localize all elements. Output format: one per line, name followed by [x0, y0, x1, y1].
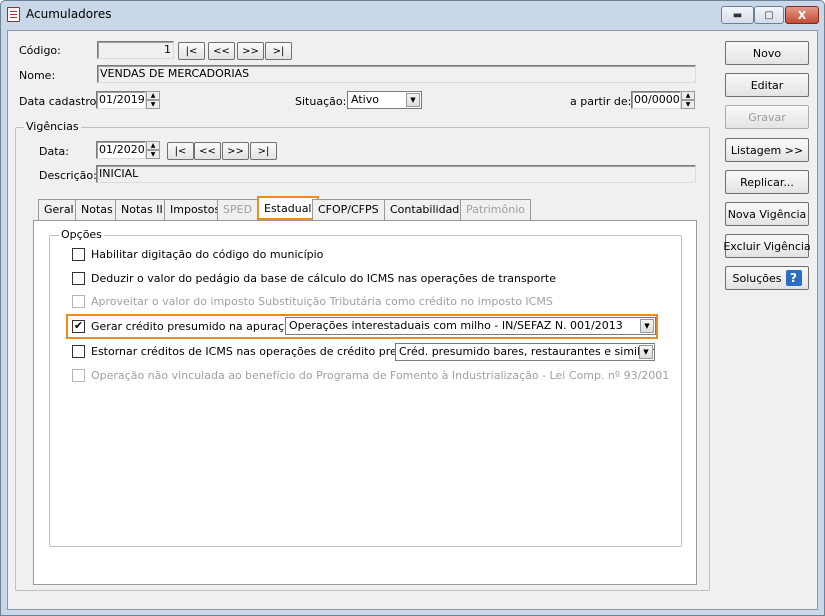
tab-geral[interactable]: Geral	[38, 199, 80, 220]
gerar-credito-label: Gerar crédito presumido na apuração	[91, 320, 298, 333]
codigo-field[interactable]: 1	[97, 41, 174, 59]
estornar-creditos-select-value: Créd. presumido bares, restaurantes e si…	[399, 345, 654, 358]
operacao-nao-vinculada-label: Operação não vinculada ao benefício do P…	[91, 369, 670, 382]
first-record-button[interactable]: |<	[178, 42, 205, 60]
deduzir-pedagio-label: Deduzir o valor do pedágio da base de cá…	[91, 272, 557, 285]
editar-button[interactable]: Editar	[725, 73, 809, 97]
nome-field[interactable]: VENDAS DE MERCADORIAS	[97, 65, 696, 83]
data-cadastro-field[interactable]: 01/2019	[96, 91, 146, 109]
codigo-label: Código:	[19, 44, 61, 57]
gerar-credito-select-value: Operações interestaduais com milho - IN/…	[289, 319, 623, 332]
aproveitar-st-label: Aproveitar o valor do imposto Substituiç…	[91, 295, 553, 308]
app-document-icon	[7, 7, 20, 22]
chevron-down-icon[interactable]: ▼	[639, 345, 653, 359]
spin-down-icon[interactable]: ▼	[681, 100, 695, 109]
title-bar[interactable]	[0, 0, 823, 28]
data-cadastro-label: Data cadastro:	[19, 95, 101, 108]
habilitar-municipio-label: Habilitar digitação do código do municíp…	[91, 248, 324, 261]
estornar-creditos-select[interactable]: Créd. presumido bares, restaurantes e si…	[395, 343, 655, 361]
help-icon: ?	[785, 270, 802, 286]
nova-vigencia-button[interactable]: Nova Vigência	[725, 202, 809, 226]
vigencia-next-button[interactable]: >>	[222, 142, 249, 160]
tab-estadual[interactable]: Estadual	[257, 196, 319, 220]
deduzir-pedagio-checkbox[interactable]	[72, 272, 85, 285]
tab-contabilidade[interactable]: Contabilidade	[384, 199, 473, 220]
a-partir-field[interactable]: 00/0000	[631, 91, 681, 109]
next-record-button[interactable]: >>	[237, 42, 264, 60]
vigencia-data-label: Data:	[39, 145, 69, 158]
tab-notas-ii[interactable]: Notas II	[115, 199, 169, 220]
chevron-down-icon[interactable]: ▼	[406, 93, 420, 107]
data-cadastro-spinner[interactable]: ▲ ▼	[146, 91, 160, 109]
descricao-label: Descrição:	[39, 169, 97, 182]
window-title: Acumuladores	[26, 7, 112, 21]
spin-up-icon[interactable]: ▲	[146, 91, 160, 100]
vigencia-data-spinner[interactable]: ▲ ▼	[146, 141, 160, 159]
situacao-select[interactable]: Ativo ▼	[347, 91, 422, 109]
opcoes-group-label: Opções	[59, 228, 104, 241]
minimize-button[interactable]: ▬	[721, 6, 754, 24]
prev-record-button[interactable]: <<	[208, 42, 235, 60]
descricao-field[interactable]: INICIAL	[96, 165, 696, 183]
tab-patrimonio: Patrimônio	[460, 199, 531, 220]
aproveitar-st-checkbox	[72, 295, 85, 308]
situacao-value: Ativo	[351, 93, 379, 106]
gerar-credito-checkbox[interactable]: ✔	[72, 320, 85, 333]
operacao-nao-vinculada-checkbox	[72, 369, 85, 382]
listagem-button[interactable]: Listagem >>	[725, 138, 809, 162]
nome-label: Nome:	[19, 69, 56, 82]
gerar-credito-select[interactable]: Operações interestaduais com milho - IN/…	[285, 317, 656, 335]
tab-notas[interactable]: Notas	[75, 199, 119, 220]
spin-up-icon[interactable]: ▲	[681, 91, 695, 100]
situacao-label: Situação:	[295, 95, 347, 108]
chevron-down-icon[interactable]: ▼	[640, 319, 654, 333]
replicar-button[interactable]: Replicar...	[725, 170, 809, 194]
gravar-button: Gravar	[725, 105, 809, 129]
a-partir-label: a partir de:	[570, 95, 632, 108]
tab-cfop-cfps[interactable]: CFOP/CFPS	[312, 199, 385, 220]
habilitar-municipio-checkbox[interactable]	[72, 248, 85, 261]
maximize-button[interactable]: ▢	[754, 6, 784, 24]
last-record-button[interactable]: >|	[265, 42, 292, 60]
spin-up-icon[interactable]: ▲	[146, 141, 160, 150]
vigencia-prev-button[interactable]: <<	[194, 142, 221, 160]
solucoes-label: Soluções	[732, 271, 782, 285]
vigencia-first-button[interactable]: |<	[167, 142, 194, 160]
excluir-vigencia-button[interactable]: Excluir Vigência	[723, 234, 811, 258]
a-partir-spinner[interactable]: ▲ ▼	[681, 91, 695, 109]
checkmark-icon: ✔	[73, 319, 84, 332]
estornar-creditos-checkbox[interactable]	[72, 345, 85, 358]
vigencia-data-field[interactable]: 01/2020	[96, 141, 146, 159]
novo-button[interactable]: Novo	[725, 41, 809, 65]
solucoes-button[interactable]: Soluções?	[725, 266, 809, 290]
vigencia-last-button[interactable]: >|	[250, 142, 277, 160]
estornar-creditos-label: Estornar créditos de ICMS nas operações …	[91, 345, 437, 358]
close-button[interactable]: X	[785, 6, 819, 24]
spin-down-icon[interactable]: ▼	[146, 100, 160, 109]
vigencias-group-label: Vigências	[24, 120, 81, 133]
spin-down-icon[interactable]: ▼	[146, 150, 160, 159]
tab-sped: SPED	[217, 199, 259, 220]
